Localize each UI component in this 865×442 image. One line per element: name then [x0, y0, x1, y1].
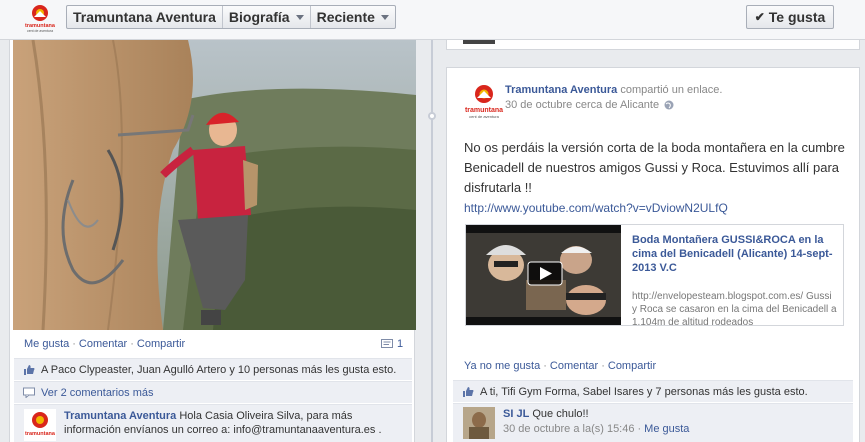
likes-summary-text: A Paco Clypeaster, Juan Agulló Artero y … [41, 363, 397, 376]
chevron-down-icon [295, 14, 304, 20]
shared-link-post: tramuntana cent de aventura Tramuntana Av… [446, 67, 860, 442]
like-link[interactable]: Me gusta [24, 338, 69, 350]
view-more-comments-link[interactable]: Ver 2 comentarios más [41, 387, 154, 399]
view-more-comments-row[interactable]: Ver 2 comentarios más [14, 381, 412, 403]
comments-icon [23, 387, 35, 398]
globe-icon [664, 100, 674, 110]
link-description: http://envelopesteam.blogspot.com.es/ Gu… [632, 291, 837, 328]
chevron-down-icon [380, 14, 389, 20]
comment-author[interactable]: Tramuntana Aventura [64, 410, 176, 422]
comment-body: Tramuntana Aventura Hola Casia Oliveira … [64, 409, 404, 437]
svg-text:cent de aventura: cent de aventura [27, 29, 53, 33]
comment-author[interactable]: SI JL [503, 408, 529, 420]
post-actions: Me gusta · Comentar · Compartir [24, 338, 186, 350]
likes-summary-row: A ti, Tifi Gym Forma, Sabel Isares y 7 p… [453, 380, 853, 402]
share-link[interactable]: Compartir [137, 338, 185, 350]
video-thumbnail-image [466, 225, 621, 325]
unlike-link[interactable]: Ya no me gusta [464, 360, 540, 372]
svg-text:tramuntana: tramuntana [465, 107, 503, 114]
post-author[interactable]: Tramuntana Aventura [505, 84, 617, 96]
share-link[interactable]: Compartir [608, 360, 656, 372]
tramuntana-logo[interactable]: tramuntana cent de aventura [25, 3, 55, 35]
climber-photo-image [13, 40, 416, 330]
comment-count-badge[interactable]: 1 [381, 338, 403, 350]
timeline-dot [428, 112, 436, 120]
comment-body: SI JL Que chulo!! 30 de octubre a la(s) … [503, 408, 690, 435]
comment-bubble-icon [381, 338, 393, 348]
left-post: Me gusta · Comentar · Compartir 1 A Paco Cly… [9, 40, 416, 442]
avatar[interactable] [463, 407, 495, 439]
link-preview-card[interactable]: Boda Montañera GUSSI&ROCA en la cima del… [465, 224, 844, 328]
post-url-link[interactable]: http://www.youtube.com/watch?v=vDviowN2U… [464, 201, 728, 215]
page-header: tramuntana cent de aventura Tramuntana A… [0, 0, 865, 40]
comment-item: SI JL Que chulo!! 30 de octubre a la(s) … [453, 403, 853, 442]
nav-biography-dropdown[interactable]: Biografía [223, 6, 311, 28]
post-timestamp[interactable]: 30 de octubre cerca de Alicante [505, 98, 659, 112]
post-action-text: compartió un enlace. [620, 84, 723, 96]
post-meta: 30 de octubre cerca de Alicante [505, 98, 674, 112]
svg-text:tramuntana: tramuntana [25, 431, 56, 437]
post-actions: Ya no me gusta · Comentar · Compartir [464, 360, 657, 372]
comment-timestamp: 30 de octubre a la(s) 15:46 [503, 423, 635, 435]
page-like-button[interactable]: ✔ Te gusta [746, 5, 834, 29]
nav-recent-dropdown[interactable]: Reciente [311, 6, 395, 28]
comment-link[interactable]: Comentar [79, 338, 127, 350]
link-title[interactable]: Boda Montañera GUSSI&ROCA en la cima del… [632, 233, 837, 275]
post-header: Tramuntana Aventura compartió un enlace. [505, 83, 722, 97]
avatar[interactable]: tramuntana [24, 409, 56, 441]
thumbs-up-icon [24, 365, 35, 375]
timeline-nav: Tramuntana Aventura Biografía Reciente [66, 5, 396, 29]
nav-page-name[interactable]: Tramuntana Aventura [67, 6, 223, 28]
likes-summary-row: A Paco Clypeaster, Juan Agulló Artero y … [14, 358, 412, 380]
likes-summary-text: A ti, Tifi Gym Forma, Sabel Isares y 7 p… [480, 385, 808, 398]
comment-like-link[interactable]: Me gusta [644, 423, 689, 435]
comment-link[interactable]: Comentar [550, 360, 598, 372]
post-message: No os perdáis la versión corta de la bod… [464, 140, 845, 215]
comment-text: Que chulo!! [532, 408, 589, 420]
comment-item: tramuntana Tramuntana Aventura Hola Casi… [14, 404, 412, 442]
video-thumbnail[interactable] [466, 225, 621, 325]
thumbs-up-icon [463, 387, 474, 397]
avatar[interactable]: tramuntanacent de aventura [464, 81, 504, 121]
post-photo[interactable] [13, 40, 416, 330]
timeline-spine [431, 40, 433, 442]
svg-text:cent de aventura: cent de aventura [469, 114, 500, 119]
check-icon: ✔ [754, 10, 765, 24]
